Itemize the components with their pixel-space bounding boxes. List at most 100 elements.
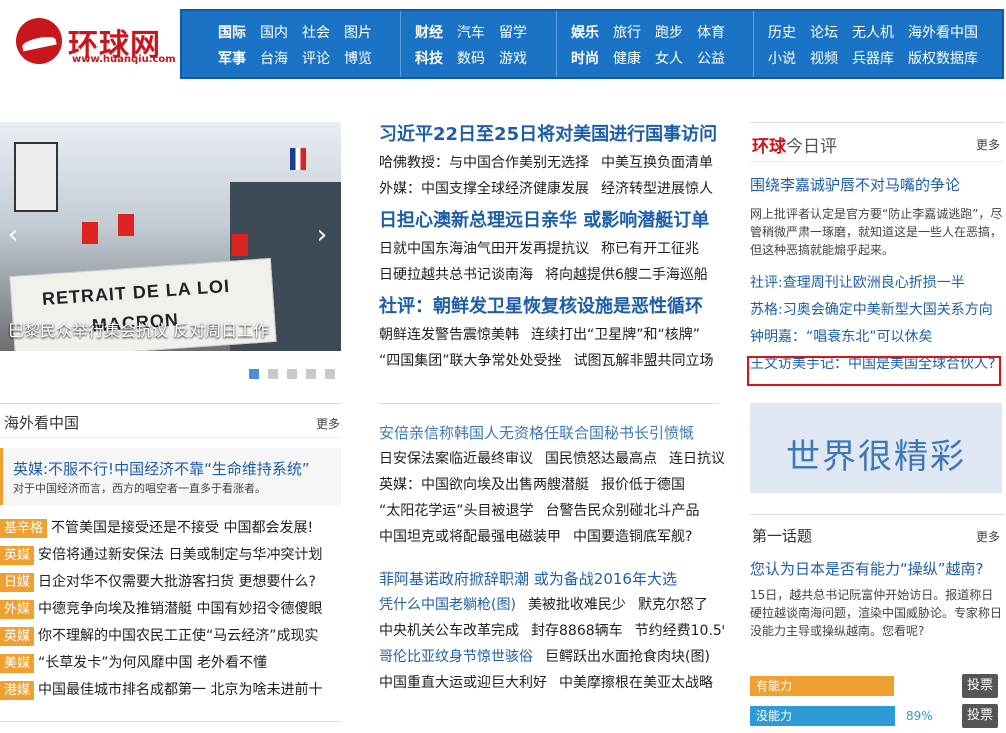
nav-link[interactable]: 无人机 — [852, 22, 894, 42]
nav-link[interactable]: 国内 — [260, 22, 288, 42]
nav-link[interactable]: 小说 — [768, 48, 796, 68]
nav-link[interactable]: 时尚 — [571, 48, 599, 68]
nav-link[interactable]: 社会 — [302, 22, 330, 42]
nav-link[interactable]: 海外看中国 — [908, 22, 978, 42]
nav-link[interactable]: 评论 — [302, 48, 330, 68]
nav-link[interactable]: 公益 — [697, 48, 725, 68]
slider-dot[interactable] — [306, 369, 316, 379]
comment-link[interactable]: 钟明嘉：“唱衰东北”可以休矣 — [750, 324, 1004, 351]
news-link[interactable]: 中央机关公车改革完成 — [379, 623, 519, 639]
today-comment-title[interactable]: 环球今日评 — [752, 132, 837, 157]
poll-more-link[interactable]: 更多 — [976, 528, 1000, 545]
photo-slider[interactable]: RETRAIT DE LA LOI MACRON ‹ › 巴黎民众举行集会抗议 … — [0, 122, 341, 351]
nav-link[interactable]: 旅行 — [613, 22, 641, 42]
nav-link[interactable]: 财经 — [415, 22, 443, 42]
news-link[interactable]: 日就中国东海油气田开发再提抗议 — [379, 241, 589, 257]
news-link[interactable]: 中美摩擦根在美亚太战略 — [559, 675, 713, 691]
news-link[interactable]: 中国坦克或将配最强电磁装甲 — [379, 529, 561, 545]
list-item-text[interactable]: 中德竞争向埃及推销潜艇 中国有妙招令德傻眼 — [38, 601, 322, 617]
slider-dot[interactable] — [287, 369, 297, 379]
news-link[interactable]: 中美互换负面清单 — [601, 155, 713, 171]
list-item[interactable]: 日媒 日企对华不仅需要大批游客扫货 更想要什么? — [0, 571, 345, 598]
world-banner[interactable]: 世界很精彩 — [750, 403, 1002, 493]
news-link[interactable]: 朝鲜连发警告震惊美韩 — [379, 327, 519, 343]
overseas-featured[interactable]: 英媒:不服不行!中国经济不靠“生命维持系统” 对于中国经济而言，西方的唱空者一直… — [0, 448, 341, 505]
slider-dot[interactable] — [325, 369, 335, 379]
list-item-text[interactable]: 安倍将通过新安保法 日美或制定与华冲突计划 — [38, 547, 322, 563]
section-headline[interactable]: 菲阿基诺政府掀辞职潮 或为备战2016年大选 — [379, 566, 724, 592]
nav-link[interactable]: 留学 — [499, 22, 527, 42]
nav-link[interactable]: 兵器库 — [852, 48, 894, 68]
list-item[interactable]: 外媒 中德竞争向埃及推销潜艇 中国有妙招令德傻眼 — [0, 598, 345, 625]
poll-question[interactable]: 您认为日本是否有能力“操纵”越南? — [750, 558, 1004, 580]
news-link[interactable]: 默克尔怒了 — [638, 597, 708, 613]
nav-link[interactable]: 历史 — [768, 22, 796, 42]
slider-next-icon[interactable]: › — [313, 220, 331, 250]
nav-link[interactable]: 游戏 — [499, 48, 527, 68]
news-link[interactable]: 封存8868辆车 — [531, 623, 623, 639]
poll-bar[interactable]: 有能力 — [750, 676, 894, 696]
news-link[interactable]: 连续打出“卫星牌”和“核牌” — [531, 327, 700, 343]
nav-link[interactable]: 图片 — [344, 22, 372, 42]
poll-bar[interactable]: 没能力 — [750, 706, 895, 726]
slider-caption[interactable]: 巴黎民众举行集会抗议 反对周日工作 — [8, 317, 269, 341]
overseas-more-link[interactable]: 更多 — [316, 415, 340, 432]
headline[interactable]: 社评：朝鲜发卫星恢复核设施是恶性循环 — [379, 292, 724, 322]
list-item-text[interactable]: 日企对华不仅需要大批游客扫货 更想要什么? — [38, 574, 316, 590]
list-item[interactable]: 港媒 中国最佳城市排名成都第一 北京为啥未进前十 — [0, 679, 345, 706]
nav-link[interactable]: 版权数据库 — [908, 48, 978, 68]
site-logo[interactable]: 环球网 www.huanqiu.com — [16, 18, 176, 68]
nav-link[interactable]: 体育 — [697, 22, 725, 42]
nav-link[interactable]: 论坛 — [810, 22, 838, 42]
news-link[interactable]: “四国集团”联大争常处处受挫 — [379, 353, 562, 369]
nav-link[interactable]: 汽车 — [457, 22, 485, 42]
comment-link[interactable]: 社评:查理周刊让欧洲良心折损一半 — [750, 270, 1004, 297]
news-link[interactable]: 连日抗议 — [669, 451, 724, 467]
news-link[interactable]: 称已有开工征兆 — [601, 241, 699, 257]
nav-link[interactable]: 博览 — [344, 48, 372, 68]
nav-link[interactable]: 视频 — [810, 48, 838, 68]
news-link[interactable]: 台警告民众别碰北斗产品 — [546, 503, 700, 519]
list-item[interactable]: 美媒 “长草发卡”为何风靡中国 老外看不懂 — [0, 652, 345, 679]
list-item-text[interactable]: “长草发卡”为何风靡中国 老外看不懂 — [38, 655, 267, 671]
news-link[interactable]: 中国要造铜底军舰? — [573, 529, 692, 545]
list-item-text[interactable]: 中国最佳城市排名成都第一 北京为啥未进前十 — [38, 682, 322, 698]
headline[interactable]: 习近平22日至25日将对美国进行国事访问 — [379, 120, 724, 150]
list-item[interactable]: 基辛格 不管美国是接受还是不接受 中国都会发展! — [0, 517, 345, 544]
today-comment-more-link[interactable]: 更多 — [976, 136, 1000, 153]
slider-dot[interactable] — [249, 369, 259, 379]
nav-link[interactable]: 军事 — [218, 48, 246, 68]
news-link[interactable]: 试图瓦解非盟共同立场 — [574, 353, 714, 369]
nav-link[interactable]: 跑步 — [655, 22, 683, 42]
news-link[interactable]: 国民愤怒达最高点 — [545, 451, 657, 467]
vote-button[interactable]: 投票 — [962, 704, 998, 728]
list-item[interactable]: 英媒 安倍将通过新安保法 日美或制定与华冲突计划 — [0, 544, 345, 571]
news-link[interactable]: 经济转型进展惊人 — [601, 181, 713, 197]
news-link[interactable]: 英媒：中国欲向埃及出售两艘潜艇 — [379, 477, 589, 493]
slider-prev-icon[interactable]: ‹ — [4, 220, 22, 250]
vote-button[interactable]: 投票 — [962, 674, 998, 698]
nav-link[interactable]: 国际 — [218, 22, 246, 42]
nav-link[interactable]: 科技 — [415, 48, 443, 68]
news-link[interactable]: 报价低于德国 — [601, 477, 685, 493]
news-link[interactable]: 巨鳄跃出水面抢食肉块(图) — [545, 649, 710, 665]
nav-link[interactable]: 女人 — [655, 48, 683, 68]
overseas-title[interactable]: 海外看中国 — [4, 412, 79, 433]
nav-link[interactable]: 娱乐 — [571, 22, 599, 42]
list-item-text[interactable]: 你不理解的中国农民工正使“马云经济”成现实 — [38, 628, 319, 644]
news-link[interactable]: 美被批收难民少 — [528, 597, 626, 613]
news-link[interactable]: “太阳花学运”头目被退学 — [379, 503, 534, 519]
nav-link[interactable]: 台海 — [260, 48, 288, 68]
nav-link[interactable]: 健康 — [613, 48, 641, 68]
news-link[interactable]: 哥伦比亚纹身节惊世骇俗 — [379, 649, 533, 665]
list-item[interactable]: 英媒 你不理解的中国农民工正使“马云经济”成现实 — [0, 625, 345, 652]
headline[interactable]: 日担心澳新总理远日亲华 或影响潜艇订单 — [379, 206, 724, 236]
news-link[interactable]: 日安保法案临近最终审议 — [379, 451, 533, 467]
nav-link[interactable]: 数码 — [457, 48, 485, 68]
news-link[interactable]: 将向越提供6艘二手海巡船 — [545, 267, 708, 283]
news-link[interactable]: 中国重直大运或迎巨大利好 — [379, 675, 547, 691]
news-link[interactable]: 日硬拉越共总书记谈南海 — [379, 267, 533, 283]
section-headline[interactable]: 安倍亲信称韩国人无资格任联合国秘书长引愤慨 — [379, 420, 724, 446]
news-link[interactable]: 外媒：中国支撑全球经济健康发展 — [379, 181, 589, 197]
news-link[interactable]: 哈佛教授：与中国合作美别无选择 — [379, 155, 589, 171]
